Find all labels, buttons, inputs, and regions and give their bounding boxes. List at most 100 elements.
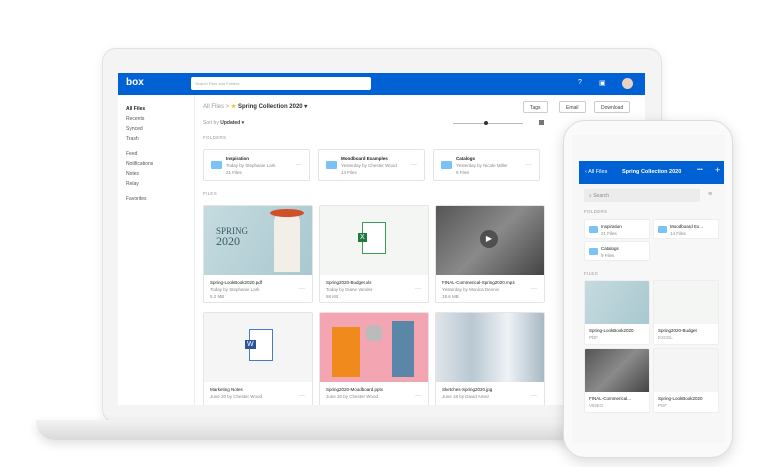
excel-file-icon: X: [358, 222, 386, 254]
star-icon: ★: [230, 104, 237, 110]
file-card[interactable]: X Spring2020-Budget.xls Today by Diane Van…: [319, 205, 429, 303]
folder-meta: Yesterday by Nicole Miller: [456, 163, 508, 168]
folder-card[interactable]: Catalogs Yesterday by Nicole Miller 9 File…: [433, 149, 540, 181]
email-button[interactable]: Email: [559, 101, 586, 113]
sidebar-item-feed[interactable]: Feed: [126, 151, 137, 157]
mobile-folder-card[interactable]: Catalogs 9 Files: [584, 241, 650, 261]
sidebar-item-relay[interactable]: Relay: [126, 181, 139, 187]
mobile-back-button[interactable]: ‹ All Files: [585, 169, 607, 175]
file-thumbnail[interactable]: SPRING 2020: [204, 206, 312, 275]
mobile-search-input[interactable]: ⌕ Search: [584, 189, 700, 202]
sort-control[interactable]: Sort by Updated ▾: [203, 120, 244, 126]
mobile-files-heading: FILES: [584, 271, 599, 276]
file-meta: Yesterday by Monica Dennis: [442, 287, 499, 292]
file-meta: June 20 by Chester Wood: [326, 394, 378, 399]
sidebar-item-all-files[interactable]: All Files: [126, 106, 145, 112]
more-icon[interactable]: ···: [299, 286, 305, 292]
file-card[interactable]: ▶ FINAL-Commerical-Spring2020.mp4 Yesterda…: [435, 205, 545, 303]
more-icon[interactable]: ···: [299, 393, 305, 399]
more-icon[interactable]: ···: [531, 286, 537, 292]
more-icon[interactable]: •••: [697, 167, 703, 173]
search-input[interactable]: Search Files and Folders: [191, 77, 371, 90]
file-name: Spring-LookBook2020: [589, 328, 634, 333]
mobile-file-card[interactable]: Spring-LookBook2020 PDF: [653, 348, 719, 413]
mobile-search-placeholder: Search: [593, 193, 610, 199]
jeans-image: [392, 321, 414, 377]
play-icon[interactable]: ▶: [480, 230, 498, 248]
file-thumbnail[interactable]: [654, 349, 718, 392]
folder-name: Moodboard Examples: [341, 156, 388, 161]
tags-button[interactable]: Tags: [523, 101, 548, 113]
file-thumbnail[interactable]: X: [320, 206, 428, 275]
folder-meta: Today by Stephanie Lark: [226, 163, 276, 168]
grid-view-icon[interactable]: [539, 120, 544, 125]
file-thumbnail[interactable]: [436, 313, 544, 382]
more-icon[interactable]: ···: [296, 162, 302, 168]
more-icon[interactable]: ···: [415, 286, 421, 292]
zoom-slider-handle[interactable]: [484, 121, 488, 125]
mobile-folders-heading: FOLDERS: [584, 209, 608, 214]
avatar[interactable]: [622, 78, 633, 89]
folder-icon: [441, 161, 452, 169]
breadcrumb-sep: >: [225, 104, 230, 110]
sidebar-item-synced[interactable]: Synced: [126, 126, 143, 132]
mobile-file-card[interactable]: Spring2020-Budget EXCEL: [653, 280, 719, 345]
mobile-app: ‹ All Files Spring Collection 2020 ••• +…: [572, 135, 726, 443]
folder-count: 9 Files: [601, 253, 615, 258]
hat-image: [270, 209, 304, 217]
folder-card[interactable]: Moodboard Examples Yesterday by Chester W…: [318, 149, 425, 181]
sidebar-item-notifications[interactable]: Notifications: [126, 161, 153, 167]
file-card[interactable]: Sketches-Spring2020.jpg June 18 by David …: [435, 312, 545, 405]
sidebar-item-favorites[interactable]: Favorites: [126, 196, 147, 202]
file-name: FINAL-Commerical...: [589, 396, 632, 401]
folder-icon: [326, 161, 337, 169]
sidebar-item-trash[interactable]: Trash: [126, 136, 139, 142]
sort-icon[interactable]: ≡: [708, 191, 712, 198]
file-thumbnail[interactable]: ▶: [436, 206, 544, 275]
folder-name: Catalogs: [456, 156, 476, 161]
file-card[interactable]: SPRING 2020 Spring-LookBook2020.pdf Today b…: [203, 205, 313, 303]
mobile-folder-card[interactable]: Moodboard Ex... 14 Files: [653, 219, 719, 239]
folder-card[interactable]: Inspiration Today by Stephanie Lark 21 Fil…: [203, 149, 310, 181]
folder-name: Catalogs: [601, 246, 619, 251]
mobile-file-card[interactable]: Spring-LookBook2020 PDF: [584, 280, 650, 345]
apps-icon[interactable]: ▣: [599, 79, 606, 87]
file-type: PDF: [589, 335, 598, 340]
zoom-slider[interactable]: [453, 123, 523, 124]
file-thumbnail[interactable]: [585, 349, 649, 392]
help-icon[interactable]: ?: [578, 79, 582, 86]
file-card[interactable]: W Marketing Notes June 20 by Chester Wood ·…: [203, 312, 313, 405]
file-type: PDF: [658, 403, 667, 408]
file-thumbnail[interactable]: [320, 313, 428, 382]
mobile-folder-card[interactable]: Inspiration 21 Files: [584, 219, 650, 239]
breadcrumb-root[interactable]: All Files: [203, 104, 224, 110]
sidebar-item-recents[interactable]: Recents: [126, 116, 144, 122]
download-button[interactable]: Download: [594, 101, 631, 113]
sort-value[interactable]: Updated ▾: [220, 120, 244, 126]
more-icon[interactable]: ···: [531, 393, 537, 399]
sidebar-item-notes[interactable]: Notes: [126, 171, 139, 177]
file-thumbnail[interactable]: W: [204, 313, 312, 382]
more-icon[interactable]: ···: [411, 162, 417, 168]
file-name: Spring2020-Budget.xls: [326, 280, 372, 285]
folder-name: Inspiration: [226, 156, 250, 161]
mobile-title: Spring Collection 2020: [622, 169, 682, 175]
mobile-file-card[interactable]: FINAL-Commerical... VIDEO: [584, 348, 650, 413]
sort-label: Sort by: [203, 120, 219, 126]
more-icon[interactable]: ···: [526, 162, 532, 168]
add-icon[interactable]: +: [715, 165, 720, 175]
file-meta: June 20 by Chester Wood: [210, 394, 262, 399]
mobile-header: ‹ All Files Spring Collection 2020 ••• +: [579, 161, 724, 184]
folder-count: 21 Files: [226, 170, 242, 175]
more-icon[interactable]: ···: [415, 393, 421, 399]
file-thumbnail[interactable]: [585, 281, 649, 324]
sidebar: All Files Recents Synced Trash Feed Noti…: [118, 95, 195, 405]
breadcrumb-current[interactable]: Spring Collection 2020 ▾: [238, 104, 307, 110]
word-file-icon: W: [245, 329, 273, 361]
file-card[interactable]: Spring2020-Moodboard.pptx June 20 by Ches…: [319, 312, 429, 405]
file-type: VIDEO: [589, 403, 604, 408]
box-logo[interactable]: box: [126, 77, 144, 88]
file-name: Spring-LookBook2020.pdf: [210, 280, 263, 285]
header: box Search Files and Folders ? ▣: [118, 73, 645, 95]
file-thumbnail[interactable]: [654, 281, 718, 324]
